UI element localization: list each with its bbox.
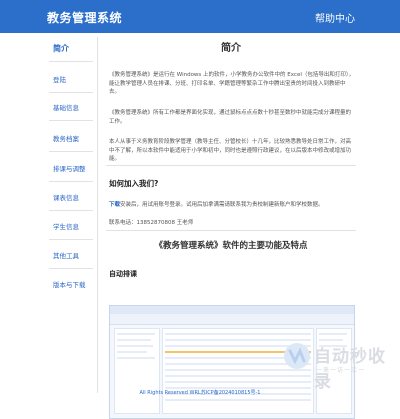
sidebar-divider: [49, 61, 93, 62]
sidebar: 简介 登陆 基础信息 教务档案 排课与调整 课表信息 学生信息 其他工具 版本与…: [45, 37, 98, 393]
sidebar-divider: [49, 151, 93, 152]
sidebar-item-login[interactable]: 登陆: [45, 70, 97, 88]
screenshot-left-panel: [114, 328, 160, 414]
watermark: 自动秒收录 一来一访一次一: [282, 338, 400, 392]
sidebar-item-tools[interactable]: 其他工具: [45, 246, 97, 264]
auto-schedule-heading: 自动排课: [109, 270, 137, 278]
join-heading: 如何加入我们?: [109, 179, 159, 188]
sidebar-divider: [49, 210, 93, 211]
section-divider: [106, 230, 356, 231]
footer-copyright[interactable]: All Rights Reserved WRL苏ICP备2024010815号-…: [0, 389, 400, 396]
sidebar-item-intro[interactable]: 简介: [45, 39, 97, 57]
sidebar-divider: [49, 239, 93, 240]
sidebar-item-students[interactable]: 学生信息: [45, 217, 97, 235]
sidebar-divider: [49, 268, 93, 269]
sidebar-item-scheduling[interactable]: 排课与调整: [45, 159, 97, 177]
intro-paragraph: 《教务管理系统》所有工作都是界面化实现，通过鼠标点点点数十秒甚至数秒中就能完成分…: [109, 110, 352, 125]
intro-paragraph: 本人从事于义务教育阶段教学管理（教导主任、分管校长）十几年，比较熟悉教导处日常工…: [109, 139, 352, 162]
screenshot-toolbar: [110, 314, 354, 325]
main-content: 简介 《教务管理系统》是运行在 Windows 上的软件，小学教务办公软件中的 …: [106, 37, 356, 419]
sidebar-item-basic-info[interactable]: 基础信息: [45, 98, 97, 116]
sidebar-item-records[interactable]: 教务档案: [45, 129, 97, 147]
watermark-subtext: 一来一访一次一: [316, 367, 366, 374]
sidebar-divider: [49, 120, 93, 121]
intro-heading: 简介: [221, 43, 241, 54]
features-heading: 《教务管理系统》软件的主要功能及特点: [154, 241, 308, 251]
watermark-logo-icon: [284, 343, 310, 369]
contact-info: 联系电话：13852870808 王老师: [109, 220, 194, 226]
intro-paragraph: 《教务管理系统》是运行在 Windows 上的软件，小学教务办公软件中的 Exc…: [109, 72, 355, 95]
join-text: 安装后，用试用账号登录。试用后加拿满需请联系我为贵校制建新账户和学校数据。: [120, 202, 324, 208]
sidebar-divider: [49, 181, 93, 182]
sidebar-divider: [49, 92, 93, 93]
top-bar: 教务管理系统 帮助中心: [0, 0, 400, 33]
download-link[interactable]: 下载: [109, 202, 120, 208]
sidebar-item-download[interactable]: 版本与下载: [45, 275, 97, 293]
sidebar-item-timetable[interactable]: 课表信息: [45, 188, 97, 206]
brand-title[interactable]: 教务管理系统: [47, 9, 122, 26]
screenshot-titlebar: [110, 306, 354, 314]
section-divider: [106, 165, 356, 166]
join-paragraph: 下载安装后，用试用账号登录。试用后加拿满需请联系我为贵校制建新账户和学校数据。: [109, 201, 355, 210]
help-center-link[interactable]: 帮助中心: [315, 10, 355, 25]
